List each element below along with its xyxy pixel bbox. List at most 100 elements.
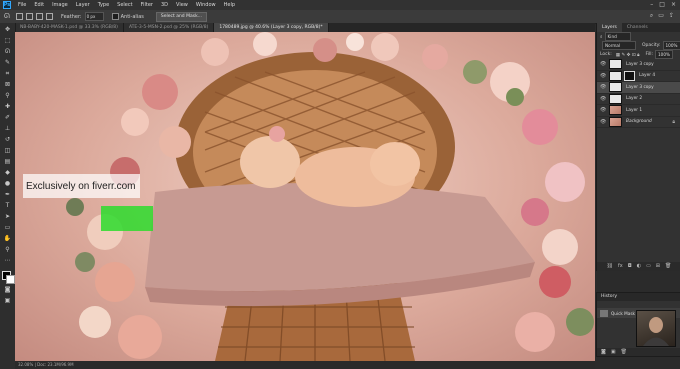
eye-icon[interactable]: 👁︎ [600,107,606,113]
feather-input[interactable]: 0 px [84,12,104,21]
subtract-selection-icon[interactable] [36,13,43,20]
layer-row[interactable]: 👁︎ Layer 4 [597,70,680,82]
opacity-input[interactable]: 100% [662,41,680,50]
menu-image[interactable]: Image [48,2,72,8]
pen-tool-icon[interactable]: ✒ [4,191,12,199]
add-selection-icon[interactable] [26,13,33,20]
adjustment-layer-icon[interactable]: ◐ [637,262,641,271]
shape-tool-icon[interactable]: ▭ [4,224,12,232]
delete-icon[interactable]: 🗑︎ [621,348,627,356]
workspace-icon[interactable]: ▭ [658,12,664,20]
eraser-tool-icon[interactable]: ◫ [4,147,12,155]
eyedropper-tool-icon[interactable]: ⚲ [4,92,12,100]
delete-layer-icon[interactable]: 🗑︎ [665,262,671,271]
marquee-tool-icon[interactable]: ⬚ [4,37,12,45]
clone-stamp-tool-icon[interactable]: ⊥ [4,125,12,133]
add-mask-icon[interactable]: ◘ [628,262,632,271]
intersect-selection-icon[interactable] [46,13,53,20]
layer-row-selected[interactable]: 👁︎ Layer 3 copy [597,82,680,94]
menu-layer[interactable]: Layer [72,2,94,8]
camera-icon[interactable]: ▣ [611,348,616,356]
more-tools-icon[interactable]: ⋯ [4,257,12,265]
layer-name: Layer 4 [639,73,656,79]
move-tool-icon[interactable]: ✥ [4,26,12,34]
link-layers-icon[interactable]: ⛓ [607,262,613,271]
doc-tab-2[interactable]: ATE-3-5-MSN-2.psd @ 25% (RGB/8) [123,23,215,32]
search-icon[interactable]: ⌕ [650,12,653,20]
tab-channels[interactable]: Channels [622,23,653,32]
layer-row[interactable]: 👁︎ Layer 2 [597,93,680,105]
tab-layers[interactable]: Layers [597,23,622,32]
eye-icon[interactable]: 👁︎ [600,96,606,102]
layer-thumbnail [609,93,622,104]
new-layer-icon[interactable]: ⊞ [656,262,660,271]
brush-tool-icon[interactable]: ✐ [4,114,12,122]
snapshot-icon[interactable]: ◙ [601,348,606,356]
lasso-tool-icon[interactable]: ᘏ [4,48,12,56]
history-brush-tool-icon[interactable]: ↺ [4,136,12,144]
new-selection-icon[interactable] [16,13,23,20]
layer-row[interactable]: 👁︎ Layer 3 copy [597,59,680,71]
quick-mask-icon[interactable]: ◙ [4,286,12,294]
menu-3d[interactable]: 3D [157,2,172,8]
fill-input[interactable]: 100% [655,50,673,59]
menu-window[interactable]: Window [192,2,220,8]
document-tabs: NB-BABY-420-MASK-1.psd @ 33.3% (RGB/8) A… [15,23,595,32]
baby-head [240,136,300,188]
layers-panel-tabs: Layers Channels [597,23,680,32]
layer-row[interactable]: 👁︎ Layer 1 [597,105,680,117]
layer-row-background[interactable]: 👁︎ Background 🔒︎ [597,116,680,128]
headband-flower [269,126,285,142]
menu-edit[interactable]: Edit [30,2,48,8]
menu-view[interactable]: View [172,2,192,8]
kind-filter-select[interactable]: Kind [604,32,631,41]
eye-icon[interactable]: 👁︎ [600,119,606,125]
doc-tab-1[interactable]: NB-BABY-420-MASK-1.psd @ 33.3% (RGB/8) [15,23,124,32]
dodge-tool-icon[interactable]: ● [4,180,12,188]
layer-name: Layer 3 copy [626,61,654,67]
lock-icons[interactable]: ▦ ✎ ✥ ⊡ 🔒︎ [616,52,640,58]
menu-file[interactable]: File [14,2,30,8]
menu-bar: Ps File Edit Image Layer Type Select Fil… [0,0,680,10]
gradient-tool-icon[interactable]: ▤ [4,158,12,166]
layer-mask-thumbnail[interactable] [624,70,635,81]
minimize-icon[interactable]: – [650,1,653,8]
frame-tool-icon[interactable]: ⊠ [4,81,12,89]
zoom-tool-icon[interactable]: ⚲ [4,246,12,254]
close-icon[interactable]: × [671,1,676,8]
quick-select-tool-icon[interactable]: ✎ [4,59,12,67]
kind-filter-row: ⌕ Kind [597,32,680,41]
select-and-mask-button[interactable]: Select and Mask... [155,11,207,22]
lasso-tool-icon[interactable]: ᘏ [4,12,13,21]
type-tool-icon[interactable]: T [4,202,12,210]
menu-type[interactable]: Type [94,2,113,8]
path-selection-tool-icon[interactable]: ➤ [4,213,12,221]
eye-icon[interactable]: 👁︎ [600,61,606,67]
layer-name: Layer 3 copy [626,84,654,90]
healing-brush-tool-icon[interactable]: ✚ [4,103,12,111]
blend-mode-select[interactable]: Normal [602,41,636,50]
antialias-checkbox[interactable] [111,13,119,20]
menu-select[interactable]: Select [113,2,136,8]
menu-filter[interactable]: Filter [137,2,157,8]
eye-icon[interactable]: 👁︎ [600,84,606,90]
crop-tool-icon[interactable]: ⌗ [4,70,12,78]
doc-tab-active[interactable]: 1780489.jpg @ 40.6% (Layer 3 copy, RGB/8… [214,23,329,32]
webcam-overlay [636,310,676,347]
screen-mode-icon[interactable]: ▣ [4,297,12,305]
menu-help[interactable]: Help [220,2,239,8]
hand-tool-icon[interactable]: ✋ [4,235,12,243]
fill-label: Fill: [645,52,653,57]
window-controls: – □ × [650,1,676,8]
layer-thumbnail [609,105,622,116]
maximize-icon[interactable]: □ [659,1,665,8]
blur-tool-icon[interactable]: ◆ [4,169,12,177]
layer-name: Layer 2 [626,96,643,102]
new-group-icon[interactable]: ▭ [646,262,651,271]
share-icon[interactable]: ⇪ [669,12,674,20]
feather-label: Feather: [61,13,82,20]
layer-style-icon[interactable]: fx [618,262,623,271]
background-color-swatch[interactable] [5,275,15,284]
eye-icon[interactable]: 👁︎ [600,73,606,79]
color-swatches[interactable] [1,271,15,284]
